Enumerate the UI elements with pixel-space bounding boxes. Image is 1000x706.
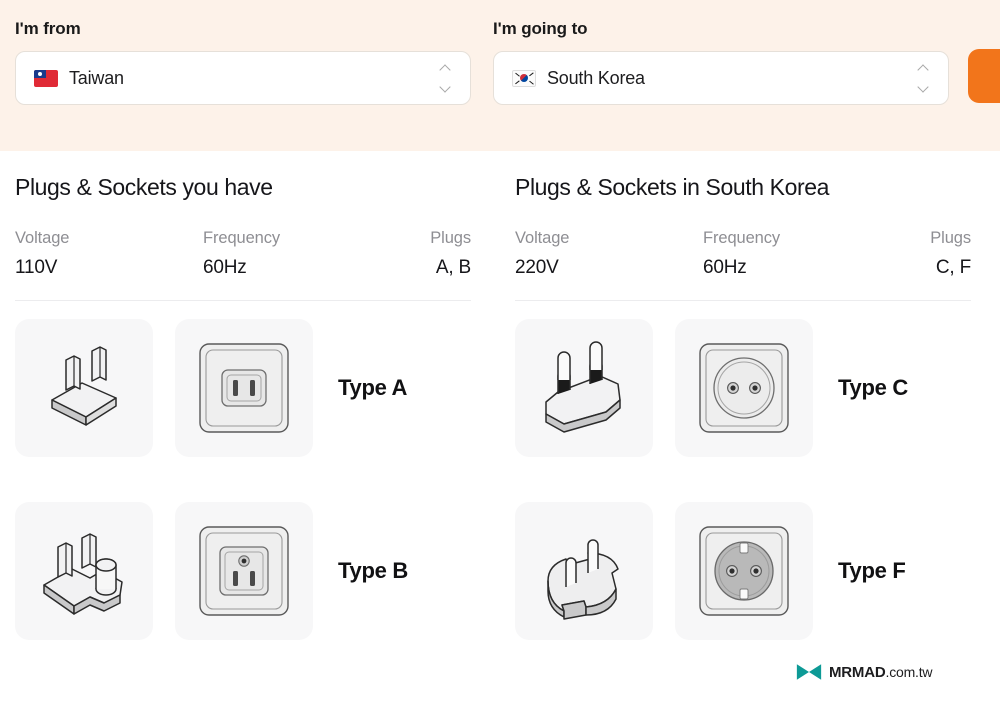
destination-specs-row: Voltage 220V Frequency 60Hz Plugs C, F	[515, 228, 971, 280]
type-c-label: Type C	[838, 375, 908, 400]
type-a-label: Type A	[338, 375, 408, 400]
to-country-value: South Korea	[547, 67, 645, 88]
from-country-stepper-icon[interactable]	[438, 65, 452, 91]
spec-label: Frequency	[203, 229, 281, 247]
type-b-label: Type B	[338, 558, 408, 583]
to-country-select[interactable]: South Korea	[493, 51, 949, 105]
type-f-socket-icon	[699, 526, 789, 616]
from-country-field-group: I'm from Taiwan	[15, 18, 471, 105]
plug-row-type-a: Type A	[15, 319, 471, 457]
type-f-plug-tile	[515, 502, 653, 640]
plug-row-type-c: Type C	[515, 319, 971, 457]
mrmad-logo-icon	[796, 664, 822, 680]
source-panel-divider	[15, 300, 471, 301]
spec-value: 60Hz	[203, 257, 247, 278]
spec-value: 60Hz	[703, 257, 747, 278]
site-watermark: MRMAD.com.tw	[796, 662, 933, 682]
type-c-plug-icon	[545, 341, 621, 433]
source-voltage-spec: Voltage 110V	[15, 228, 203, 280]
spec-value: C, F	[935, 257, 971, 278]
taiwan-flag-icon	[34, 69, 58, 87]
spec-value: A, B	[435, 257, 471, 278]
destination-panel-title: Plugs & Sockets in South Korea	[515, 174, 830, 200]
type-a-plug-icon	[51, 346, 117, 426]
chevron-down-icon	[918, 84, 929, 91]
type-a-socket-tile	[175, 319, 313, 457]
destination-country-panel: Plugs & Sockets in South Korea Voltage 2…	[515, 172, 971, 640]
destination-plugs-spec: Plugs C, F	[928, 228, 971, 280]
country-selector-band: I'm from Taiwan I'm going to South Korea	[0, 0, 1000, 151]
type-c-socket-tile	[675, 319, 813, 457]
to-country-label: I'm going to	[493, 19, 588, 38]
spec-label: Plugs	[430, 229, 471, 247]
from-country-label: I'm from	[15, 19, 81, 38]
destination-panel-divider	[515, 300, 971, 301]
to-country-stepper-icon[interactable]	[916, 65, 930, 91]
from-country-select[interactable]: Taiwan	[15, 51, 471, 105]
source-plugs-spec: Plugs A, B	[428, 228, 471, 280]
destination-frequency-spec: Frequency 60Hz	[703, 228, 928, 280]
spec-label: Voltage	[515, 229, 570, 247]
plug-row-type-b: Type B	[15, 502, 471, 640]
spec-value: 220V	[515, 257, 559, 278]
south-korea-flag-icon	[512, 69, 536, 87]
spec-label: Plugs	[930, 229, 971, 247]
chevron-up-icon	[918, 65, 929, 72]
chevron-up-icon	[440, 65, 451, 72]
type-b-plug-tile	[15, 502, 153, 640]
from-country-value: Taiwan	[69, 67, 124, 88]
type-c-plug-tile	[515, 319, 653, 457]
chevron-down-icon	[440, 84, 451, 91]
source-panel-title: Plugs & Sockets you have	[15, 174, 273, 200]
type-f-label: Type F	[838, 558, 906, 583]
type-f-socket-tile	[675, 502, 813, 640]
source-country-panel: Plugs & Sockets you have Voltage 110V Fr…	[15, 172, 471, 640]
type-b-socket-icon	[199, 526, 289, 616]
type-c-socket-icon	[699, 343, 789, 433]
spec-label: Frequency	[703, 229, 781, 247]
type-a-plug-tile	[15, 319, 153, 457]
source-specs-row: Voltage 110V Frequency 60Hz Plugs A, B	[15, 228, 471, 280]
plug-row-type-f: Type F	[515, 502, 971, 640]
source-frequency-spec: Frequency 60Hz	[203, 228, 428, 280]
type-a-socket-icon	[199, 343, 289, 433]
swap-countries-button[interactable]	[968, 49, 1000, 103]
plug-adapter-page: I'm from Taiwan I'm going to South Korea…	[0, 0, 1000, 706]
type-f-plug-icon	[547, 539, 619, 620]
type-b-socket-tile	[175, 502, 313, 640]
watermark-text: MRMAD.com.tw	[829, 663, 933, 681]
spec-label: Voltage	[15, 229, 70, 247]
watermark-brand: MRMAD	[829, 663, 886, 681]
destination-voltage-spec: Voltage 220V	[515, 228, 703, 280]
type-b-plug-icon	[43, 533, 123, 615]
to-country-field-group: I'm going to South Korea	[493, 18, 949, 105]
spec-value: 110V	[15, 257, 58, 278]
watermark-tld: .com.tw	[885, 663, 933, 680]
